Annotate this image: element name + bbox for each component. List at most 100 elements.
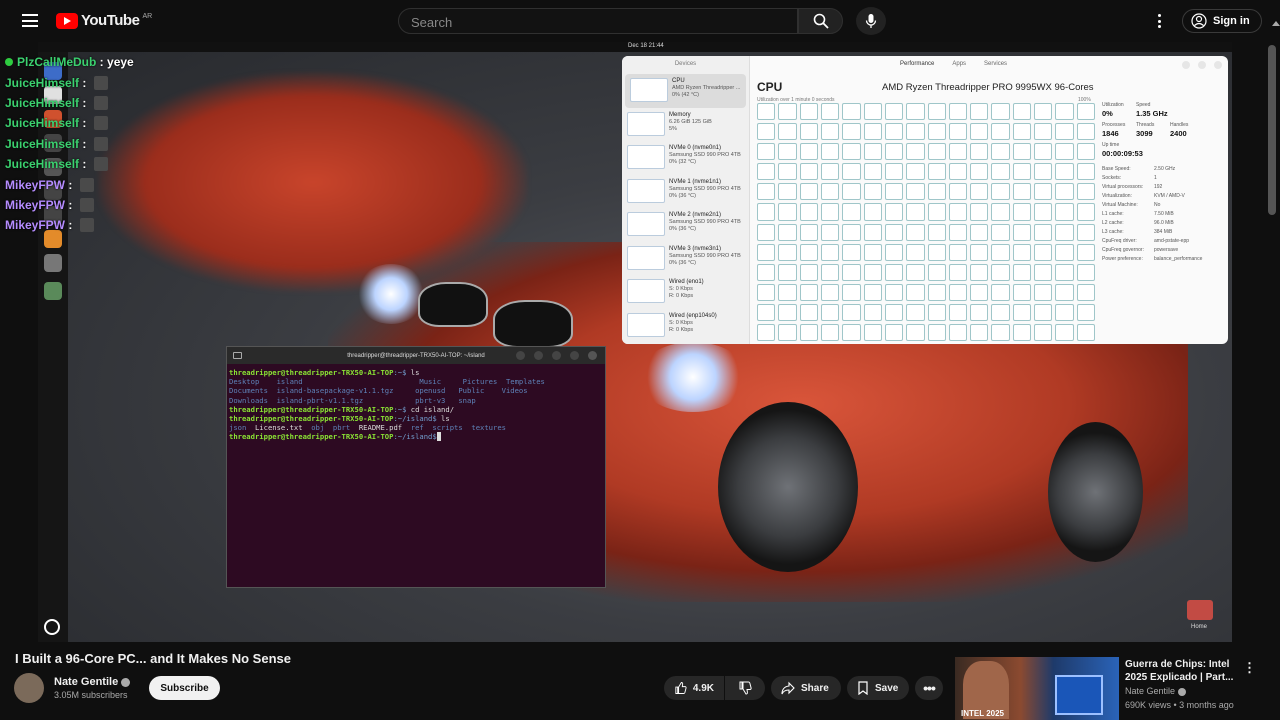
core-graph [1055, 163, 1074, 181]
menu-icon[interactable] [534, 351, 543, 360]
channel-avatar[interactable] [14, 673, 44, 703]
thumbs-down-icon [739, 681, 752, 695]
core-graph [1012, 303, 1032, 321]
tab-services[interactable]: Services [984, 61, 1007, 74]
core-graph [948, 183, 968, 201]
devices-sidebar: Devices CPU AMD Ryzen Threadripper ... 0% … [622, 56, 750, 344]
core-graph [906, 123, 925, 141]
core-graph [820, 123, 840, 141]
core-graph [991, 143, 1010, 161]
terminal-line: json License.txt obj pbrt README.pdf ref… [229, 423, 603, 432]
core-graph [1012, 223, 1032, 241]
device-graph-thumbnail [630, 78, 668, 102]
spec-key: CpuFreq driver: [1102, 238, 1137, 244]
spec-row: Power preference: balance_performance [1102, 255, 1222, 264]
menu-icon[interactable] [22, 14, 38, 27]
core-graph [948, 103, 968, 121]
dock-app-icon[interactable] [44, 254, 62, 272]
share-label: Share [801, 682, 829, 694]
close-icon[interactable] [1214, 61, 1222, 69]
minimize-icon[interactable] [1182, 61, 1190, 69]
spec-row: Virtual Machine: No [1102, 201, 1222, 210]
channel-name[interactable]: Nate Gentile [54, 676, 131, 688]
tab-apps[interactable]: Apps [952, 61, 966, 74]
core-graph [778, 243, 797, 261]
core-graph [927, 103, 946, 121]
more-options-icon[interactable] [1152, 12, 1166, 30]
core-graph [842, 123, 861, 141]
sign-in-button[interactable]: Sign in [1182, 9, 1262, 33]
minimize-icon[interactable] [552, 351, 561, 360]
share-button[interactable]: Share [771, 676, 841, 700]
core-graph [1012, 323, 1032, 341]
device-item[interactable]: CPU AMD Ryzen Threadripper ... 0% (42 °C) [625, 74, 746, 108]
device-name: NVMe 1 (nvme1n1) [669, 178, 722, 185]
trash-icon[interactable] [44, 282, 62, 300]
device-item[interactable]: NVMe 2 (nvme2n1) Samsung SSD 990 PRO 4TB 0… [622, 208, 749, 242]
search-button[interactable] [798, 8, 843, 34]
core-graph [820, 163, 840, 181]
search-icon[interactable] [516, 351, 525, 360]
home-folder-icon[interactable] [1187, 600, 1213, 620]
core-graph [757, 223, 776, 241]
device-usage: 5% [669, 125, 677, 132]
youtube-logo[interactable]: YouTube AR [56, 12, 152, 29]
core-graph [842, 223, 861, 241]
core-graph [842, 263, 861, 281]
spec-row: CpuFreq driver: amd-pstate-epp [1102, 237, 1222, 246]
like-button[interactable]: 4.9K [664, 676, 724, 700]
core-graph [799, 163, 818, 181]
scrollbar[interactable] [1268, 45, 1276, 215]
device-detail: Samsung SSD 990 PRO 4TB [669, 252, 741, 259]
maximize-icon[interactable] [1198, 61, 1206, 69]
device-item[interactable]: Wired (eno1) S: 0 Kbps R: 0 Kbps [622, 275, 749, 309]
device-item[interactable]: Memory 6.26 GiB 125 GiB 5% [622, 108, 749, 142]
new-tab-icon[interactable] [233, 352, 242, 359]
maximize-icon[interactable] [570, 351, 579, 360]
file-entry: README.pdf [358, 423, 403, 433]
search-input[interactable]: Search [398, 8, 798, 34]
core-graph [948, 303, 968, 321]
core-graph [778, 183, 797, 201]
tab-performance[interactable]: Performance [900, 61, 934, 74]
device-info: NVMe 1 (nvme1n1) Samsung SSD 990 PRO 4TB 0… [669, 179, 741, 200]
chat-message: MikeyFPW : [0, 195, 320, 215]
window-controls [1182, 61, 1222, 69]
related-video-thumbnail[interactable]: INTEL 2025 [955, 657, 1119, 720]
system-monitor-window[interactable]: Devices CPU AMD Ryzen Threadripper ... 0% … [622, 56, 1228, 344]
core-graph [757, 103, 776, 121]
more-horizontal-icon: ••• [923, 680, 936, 696]
terminal-window[interactable]: threadripper@threadripper-TRX50-AI-TOP: … [226, 346, 606, 588]
device-usage: 0% (32 °C) [669, 159, 696, 165]
core-graph [799, 263, 818, 281]
spec-row: Sockets: 1 [1102, 174, 1222, 183]
related-channel-text: Nate Gentile [1125, 686, 1176, 696]
spec-value: 1 [1154, 175, 1157, 181]
device-item[interactable]: NVMe 0 (nvme0n1) Samsung SSD 990 PRO 4TB 0… [622, 141, 749, 175]
device-usage: 0% (42 °C) [672, 92, 699, 98]
related-meta: 690K views • 3 months ago [1125, 700, 1234, 710]
core-graph [820, 203, 840, 221]
more-actions-button[interactable]: ••• [915, 676, 943, 700]
dislike-button[interactable] [725, 676, 765, 700]
core-graph [948, 223, 968, 241]
device-item[interactable]: NVMe 3 (nvme3n1) Samsung SSD 990 PRO 4TB 0… [622, 242, 749, 276]
core-graph [757, 243, 776, 261]
core-graph [991, 183, 1010, 201]
device-item[interactable]: Wired (enp104s0) S: 0 Kbps R: 0 Kbps [622, 309, 749, 343]
activities-icon[interactable] [44, 619, 60, 635]
device-item[interactable]: NVMe 1 (nvme1n1) Samsung SSD 990 PRO 4TB 0… [622, 175, 749, 209]
related-more-icon[interactable]: ⋮ [1243, 660, 1256, 676]
subscribe-button[interactable]: Subscribe [149, 676, 220, 700]
core-graph [863, 143, 882, 161]
emote-icon [79, 197, 94, 212]
core-graph [970, 283, 989, 301]
core-graph [906, 143, 925, 161]
related-video-title[interactable]: Guerra de Chips: Intel 2025 Explicado | … [1125, 658, 1240, 684]
close-icon[interactable] [588, 351, 597, 360]
scroll-up-icon[interactable] [1272, 21, 1280, 26]
terminal-output[interactable]: threadripper@threadripper-TRX50-AI-TOP:~… [227, 364, 605, 446]
save-button[interactable]: Save [847, 676, 909, 700]
voice-search-button[interactable] [856, 7, 886, 35]
spec-key: Sockets: [1102, 175, 1122, 181]
